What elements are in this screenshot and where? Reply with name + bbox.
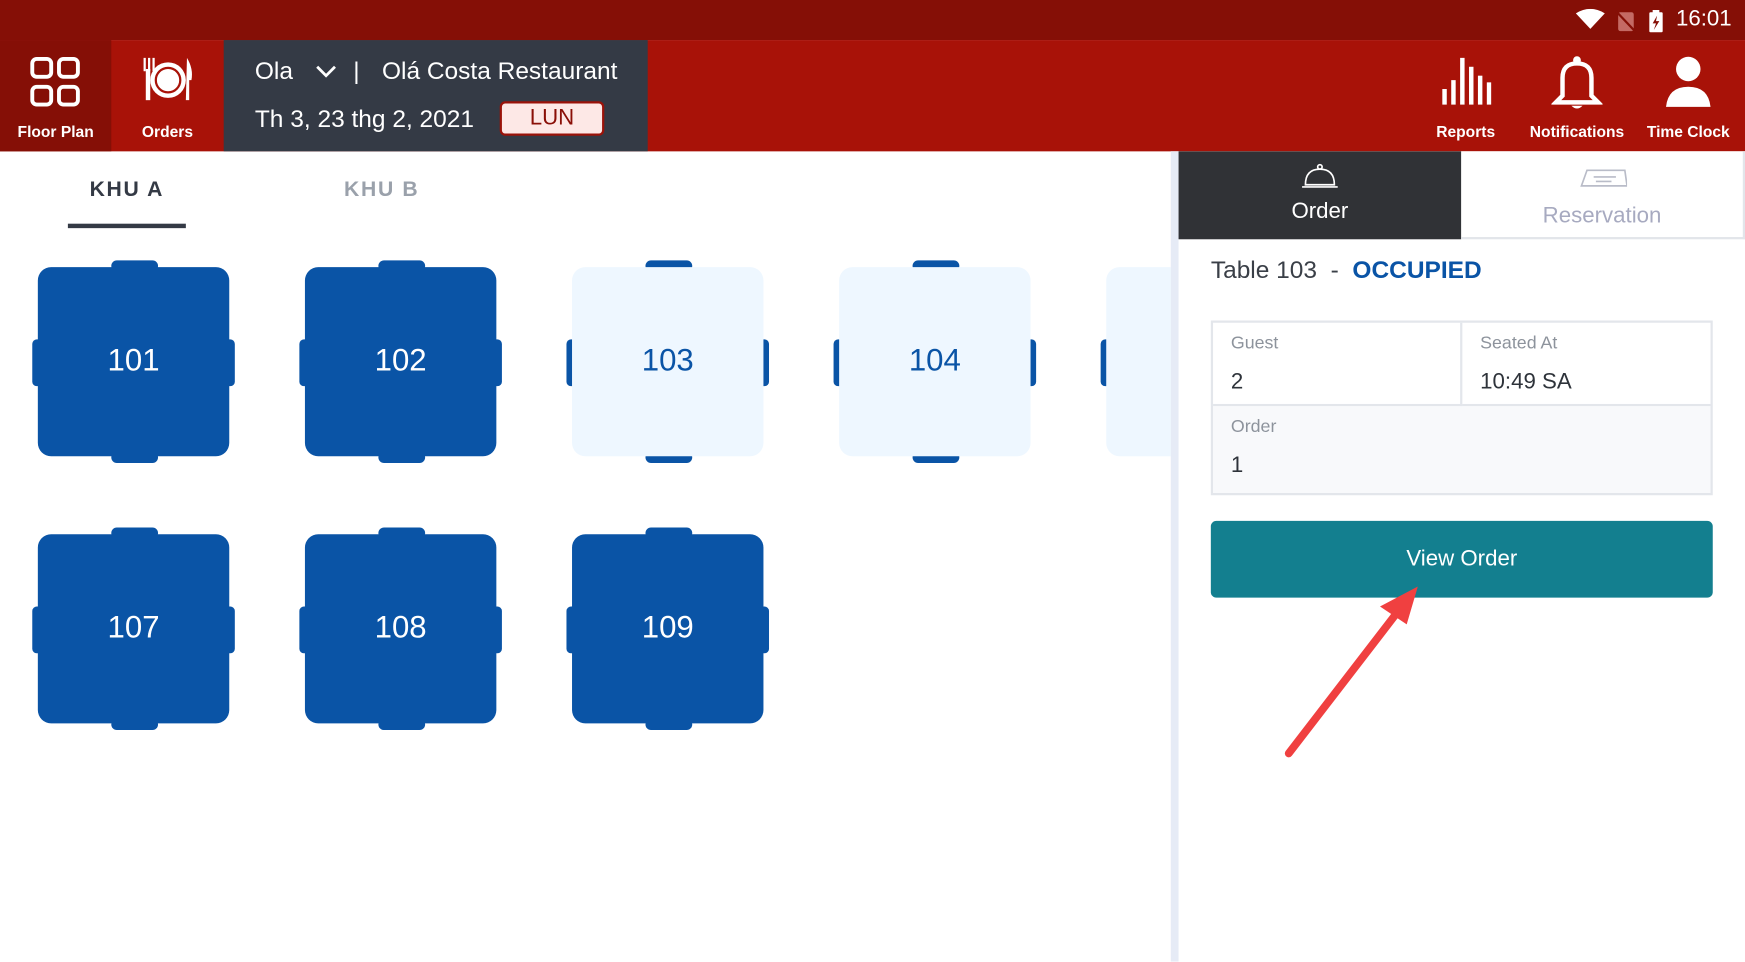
order-cell: Order 1 xyxy=(1213,406,1711,494)
table-101[interactable]: 101 xyxy=(32,260,235,463)
table-number: 101 xyxy=(107,342,160,378)
nav-reports[interactable]: Reports xyxy=(1410,40,1521,151)
table-108[interactable]: 108 xyxy=(299,527,502,731)
tab-reservation[interactable]: Reservation xyxy=(1461,151,1745,240)
nav-time-clock[interactable]: Time Clock xyxy=(1633,40,1744,151)
seated-at-cell: Seated At 10:49 SA xyxy=(1462,323,1711,407)
table-info-grid: Guest 2 Seated At 10:49 SA Order 1 xyxy=(1210,320,1713,496)
active-tab-underline xyxy=(67,223,186,229)
person-icon xyxy=(1666,56,1711,107)
cloche-icon xyxy=(1302,163,1338,188)
business-date: Th 3, 23 thg 2, 2021 xyxy=(254,104,475,133)
annotation-arrow xyxy=(1284,586,1418,758)
nav-orders[interactable]: Orders xyxy=(111,40,223,151)
user-selector[interactable]: Ola xyxy=(255,57,293,85)
table-number: 109 xyxy=(641,609,694,645)
table-102[interactable]: 102 xyxy=(299,260,502,463)
table-104[interactable]: 104 xyxy=(833,260,1037,463)
top-nav: Floor Plan Orders Ola | Olá Costa Restau… xyxy=(0,40,1745,152)
guest-cell: Guest 2 xyxy=(1213,322,1463,407)
table-status-title: Table 103 - OCCUPIED xyxy=(1210,255,1482,284)
bar-chart-icon xyxy=(1442,57,1492,105)
battery-charging-icon xyxy=(1649,10,1663,33)
panel-divider xyxy=(1170,151,1179,962)
bell-icon xyxy=(1551,56,1603,109)
restaurant-context: Ola | Olá Costa Restaurant Th 3, 23 thg … xyxy=(223,40,648,152)
nav-floor-plan[interactable]: Floor Plan xyxy=(0,40,112,152)
table-109[interactable]: 109 xyxy=(566,527,770,731)
table-107[interactable]: 107 xyxy=(32,527,235,731)
reserved-sign-icon xyxy=(1579,169,1628,187)
grid-icon xyxy=(30,57,80,107)
zone-tab-khu-a[interactable]: KHU A xyxy=(60,178,194,202)
plate-cutlery-icon xyxy=(143,57,192,101)
table-number: 104 xyxy=(908,342,961,378)
table-103[interactable]: 103 xyxy=(566,260,770,463)
table-number: 107 xyxy=(107,609,160,645)
clock: 16:01 xyxy=(1675,6,1732,32)
table-number: 102 xyxy=(374,342,427,378)
tab-order[interactable]: Order xyxy=(1178,151,1462,240)
restaurant-name: Olá Costa Restaurant xyxy=(381,56,618,85)
table-number: 108 xyxy=(374,609,427,645)
status-bar: 16:01 xyxy=(0,0,1745,41)
table-number: 103 xyxy=(641,342,694,378)
no-sim-icon xyxy=(1615,10,1637,34)
shift-badge[interactable]: LUN xyxy=(499,101,605,136)
wifi-icon xyxy=(1575,8,1605,29)
zone-tab-khu-b[interactable]: KHU B xyxy=(315,178,449,202)
status-label: OCCUPIED xyxy=(1352,255,1482,284)
nav-notifications[interactable]: Notifications xyxy=(1521,40,1632,151)
chevron-down-icon[interactable] xyxy=(315,63,337,79)
app-screen: 16:01 Floor Plan Orders Ola | Olá Costa … xyxy=(0,0,1745,962)
